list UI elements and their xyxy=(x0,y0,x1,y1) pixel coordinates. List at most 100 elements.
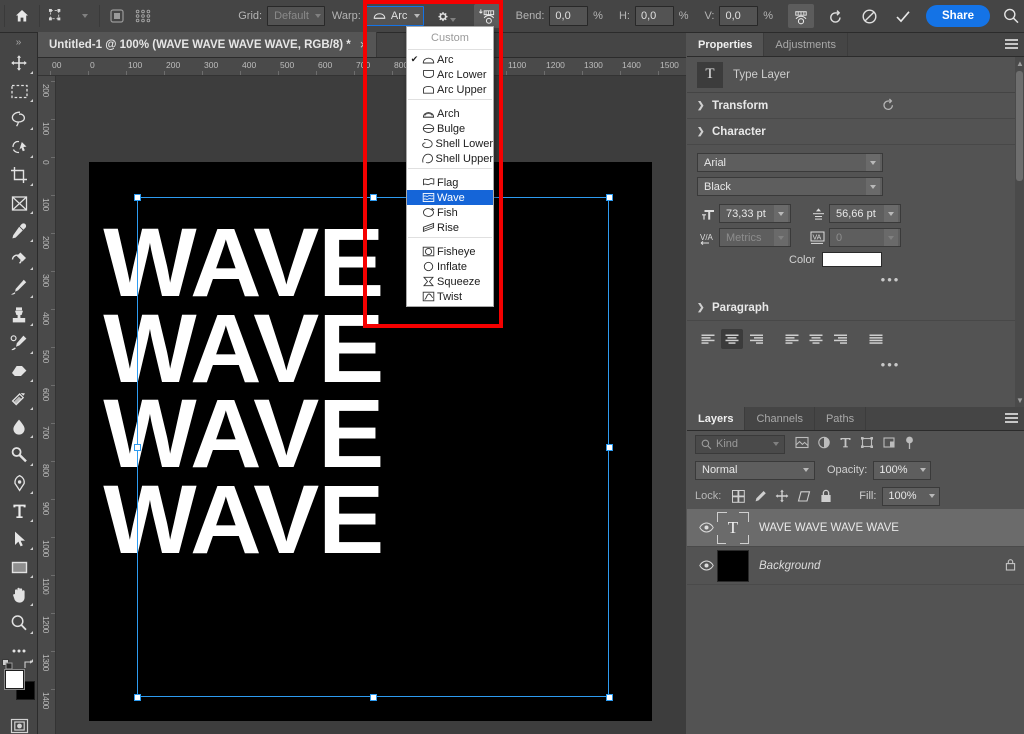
justify-last-left-button[interactable] xyxy=(781,329,803,349)
commit-transform-icon[interactable] xyxy=(890,4,916,28)
change-warp-orientation-icon[interactable] xyxy=(473,4,500,28)
align-left-button[interactable] xyxy=(697,329,719,349)
scroll-down-arrow-icon[interactable]: ▼ xyxy=(1016,396,1024,405)
warp-menu-item-arc[interactable]: ✔ Arc xyxy=(407,52,493,67)
reset-icon[interactable] xyxy=(822,4,848,28)
warp-options-gear-icon[interactable] xyxy=(434,4,460,28)
dodge-tool[interactable] xyxy=(2,441,36,469)
warp-grid-icon[interactable] xyxy=(130,4,156,28)
frame-tool[interactable] xyxy=(2,189,36,217)
panel-menu-icon[interactable] xyxy=(1005,39,1018,51)
color-swatches[interactable] xyxy=(2,659,36,704)
layer-row[interactable]: Background xyxy=(687,547,1024,585)
object-selection-tool[interactable] xyxy=(2,133,36,161)
bend-input[interactable]: 0,0 xyxy=(549,6,589,26)
transform-section-header[interactable]: ❯ Transform xyxy=(687,93,1024,119)
opacity-input[interactable]: 100% xyxy=(873,460,932,480)
close-icon[interactable]: × xyxy=(360,37,368,52)
filter-adjustment-icon[interactable] xyxy=(817,436,831,452)
warp-select[interactable]: Arc xyxy=(365,6,424,26)
justify-last-right-button[interactable] xyxy=(829,329,851,349)
warp-menu-item-inflate[interactable]: Inflate xyxy=(407,259,493,274)
tab-adjustments[interactable]: Adjustments xyxy=(764,33,848,56)
tab-properties[interactable]: Properties xyxy=(687,33,765,56)
warp-menu-item-arc-lower[interactable]: Arc Lower xyxy=(407,67,493,82)
home-icon[interactable] xyxy=(9,4,35,28)
layer-lock-icon[interactable] xyxy=(1005,558,1016,574)
lock-artboard-nesting-icon[interactable] xyxy=(793,490,815,503)
crop-tool[interactable] xyxy=(2,161,36,189)
tool-preset-caret[interactable] xyxy=(69,4,95,28)
hand-tool[interactable] xyxy=(2,581,36,609)
align-right-button[interactable] xyxy=(745,329,767,349)
character-more-options[interactable]: ••• xyxy=(767,272,1014,287)
filter-toggle-icon[interactable] xyxy=(904,436,915,453)
warp-transform-tool-icon[interactable] xyxy=(43,4,69,28)
tracking-select[interactable]: 0 xyxy=(829,228,901,247)
warp-menu-item-bulge[interactable]: Bulge xyxy=(407,121,493,136)
rectangle-tool[interactable] xyxy=(2,553,36,581)
move-tool[interactable] xyxy=(2,49,36,77)
text-color-swatch[interactable] xyxy=(822,252,883,267)
swap-colors-icon[interactable] xyxy=(23,659,35,673)
zoom-tool[interactable] xyxy=(2,609,36,637)
warp-style-menu[interactable]: Custom ✔ Arc Arc Lower Arc Upper Arch Bulge She… xyxy=(406,26,494,307)
lock-image-pixels-icon[interactable] xyxy=(749,490,771,503)
warp-menu-item-arch[interactable]: Arch xyxy=(407,106,493,121)
path-selection-tool[interactable] xyxy=(2,525,36,553)
properties-scrollbar[interactable]: ▲ ▼ xyxy=(1015,57,1024,407)
history-brush-tool[interactable] xyxy=(2,329,36,357)
brush-tool[interactable] xyxy=(2,273,36,301)
clone-stamp-tool[interactable] xyxy=(2,301,36,329)
paragraph-section-header[interactable]: ❯ Paragraph xyxy=(687,295,1024,321)
warp-menu-item-arc-upper[interactable]: Arc Upper xyxy=(407,82,493,97)
v-input[interactable]: 0,0 xyxy=(719,6,759,26)
share-button[interactable]: Share xyxy=(926,5,990,27)
layer-visibility-eye-icon[interactable] xyxy=(695,522,717,533)
filter-smart-object-icon[interactable] xyxy=(882,436,896,452)
warp-menu-item-rise[interactable]: Rise xyxy=(407,220,493,235)
quick-mask-icon[interactable] xyxy=(2,712,36,734)
lock-transparent-pixels-icon[interactable] xyxy=(727,489,749,503)
fill-input[interactable]: 100% xyxy=(882,486,941,506)
tab-channels[interactable]: Channels xyxy=(745,407,815,430)
toggle-warp-orientation-button[interactable] xyxy=(788,4,815,28)
search-icon[interactable] xyxy=(998,4,1024,28)
h-input[interactable]: 0,0 xyxy=(634,6,674,26)
lock-position-icon[interactable] xyxy=(771,489,793,503)
document-tab[interactable]: Untitled-1 @ 100% (WAVE WAVE WAVE WAVE, … xyxy=(38,32,378,57)
expand-toolbar-icon[interactable]: » xyxy=(0,35,37,49)
layer-visibility-eye-icon[interactable] xyxy=(695,560,717,571)
properties-scroll-thumb[interactable] xyxy=(1016,71,1023,181)
tab-layers[interactable]: Layers xyxy=(687,407,746,430)
warp-menu-item-shell-upper[interactable]: Shell Upper xyxy=(407,151,493,166)
justify-last-center-button[interactable] xyxy=(805,329,827,349)
spot-healing-brush-tool[interactable] xyxy=(2,245,36,273)
font-size-select[interactable]: 73,33 pt xyxy=(719,204,791,223)
warp-menu-item-twist[interactable]: Twist xyxy=(407,289,493,304)
warp-split-icon[interactable] xyxy=(104,4,130,28)
warp-menu-item-shell-lower[interactable]: Shell Lower xyxy=(407,136,493,151)
lasso-tool[interactable] xyxy=(2,105,36,133)
layer-thumbnail-type[interactable]: T xyxy=(717,511,749,544)
warp-menu-item-squeeze[interactable]: Squeeze xyxy=(407,274,493,289)
canvas-area[interactable]: WAVE WAVE WAVE WAVE xyxy=(56,76,686,734)
warp-menu-item-wave[interactable]: Wave xyxy=(407,190,493,205)
tab-paths[interactable]: Paths xyxy=(815,407,867,430)
justify-all-button[interactable] xyxy=(865,329,887,349)
filter-pixel-icon[interactable] xyxy=(795,436,809,452)
leading-select[interactable]: 56,66 pt xyxy=(829,204,901,223)
scroll-up-arrow-icon[interactable]: ▲ xyxy=(1016,59,1024,68)
align-center-button[interactable] xyxy=(721,329,743,349)
panel-menu-icon[interactable] xyxy=(1005,413,1018,425)
blend-mode-select[interactable]: Normal xyxy=(695,460,815,480)
paragraph-more-options[interactable]: ••• xyxy=(767,357,1014,372)
filter-type-icon[interactable] xyxy=(839,436,852,452)
layer-row[interactable]: T WAVE WAVE WAVE WAVE xyxy=(687,509,1024,547)
character-section-header[interactable]: ❯ Character xyxy=(687,119,1024,145)
rectangular-marquee-tool[interactable] xyxy=(2,77,36,105)
horizontal-type-tool[interactable] xyxy=(2,497,36,525)
filter-shape-icon[interactable] xyxy=(860,436,874,452)
warp-menu-item-fish[interactable]: Fish xyxy=(407,205,493,220)
font-style-select[interactable]: Black xyxy=(697,177,883,196)
